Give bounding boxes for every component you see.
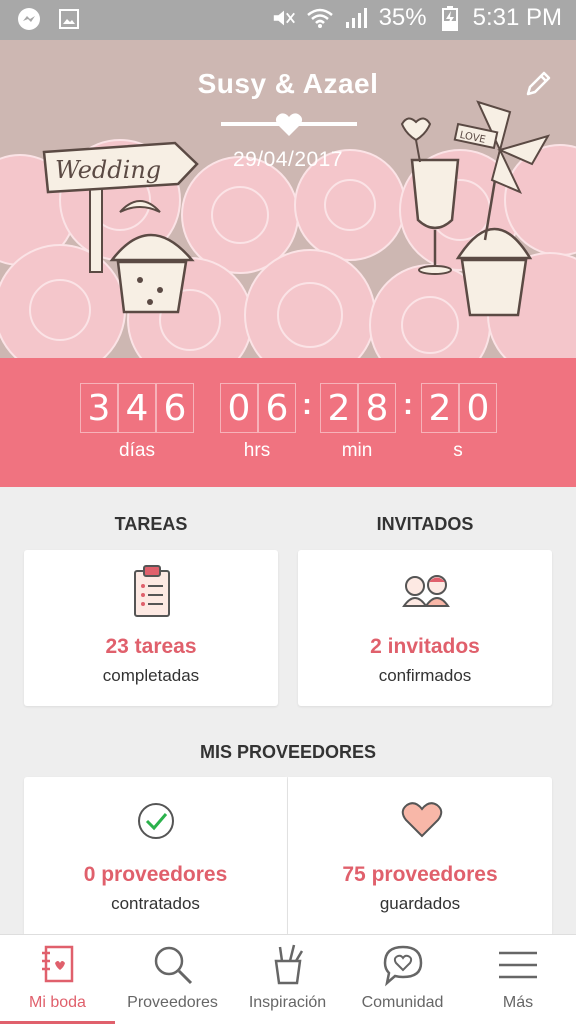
- nav-item-inspiracion[interactable]: Inspiración: [230, 935, 345, 1024]
- countdown-digit: 4: [118, 383, 156, 433]
- proveedores-contratados-label: contratados: [111, 894, 200, 913]
- wedding-date: 29/04/2017: [232, 148, 344, 171]
- countdown-digit: 2: [320, 383, 358, 433]
- inspiration-cup-icon: [274, 944, 303, 985]
- heart-icon: [275, 113, 303, 136]
- messenger-icon: [16, 6, 42, 32]
- wedding-header: Wedding LOVE Susy & Azael 29/04/2017: [0, 40, 576, 358]
- invitados-count: 2 invitados: [370, 635, 480, 658]
- proveedores-contratados-count: 0 proveedores: [83, 863, 228, 886]
- minutes-label: min: [341, 440, 373, 461]
- search-icon: [154, 946, 192, 985]
- nav-item-comunidad[interactable]: Comunidad: [345, 935, 460, 1024]
- couple-names: Susy & Azael: [197, 68, 379, 99]
- guests-couple-icon: [402, 575, 450, 607]
- chat-heart-icon: [383, 945, 422, 987]
- invitados-card[interactable]: 2 invitados confirmados: [298, 550, 552, 706]
- proveedores-contratados-card[interactable]: 0 proveedores contratados: [24, 777, 287, 934]
- nav-item-mas[interactable]: Más: [460, 935, 576, 1024]
- nav-label: Inspiración: [248, 994, 327, 1011]
- status-bar: 35% 5:31 PM: [0, 0, 576, 40]
- tareas-subtitle: completadas: [102, 666, 200, 685]
- hours-label: hrs: [243, 440, 271, 461]
- proveedores-guardados-label: guardados: [379, 894, 461, 913]
- countdown-digit: 0: [459, 383, 497, 433]
- nav-label: Proveedores: [127, 994, 218, 1011]
- tareas-title: TAREAS: [114, 514, 188, 534]
- proveedores-title: MIS PROVEEDORES: [199, 742, 377, 762]
- proveedores-guardados-card[interactable]: 75 proveedores guardados: [288, 777, 552, 934]
- edit-pencil-icon[interactable]: [522, 68, 554, 100]
- nav-label: Mi boda: [29, 994, 86, 1011]
- heart-icon: [401, 802, 443, 838]
- nav-label: Más: [502, 994, 534, 1011]
- wifi-icon: [306, 5, 333, 31]
- cupcake-left-illustration: [109, 233, 195, 314]
- notebook-icon: [41, 945, 73, 983]
- battery-charging-icon: [437, 5, 463, 31]
- clipboard-icon: [134, 565, 170, 617]
- menu-icon: [499, 951, 537, 979]
- nav-item-proveedores[interactable]: Proveedores: [115, 935, 230, 1024]
- countdown-digit: 6: [258, 383, 296, 433]
- countdown-digit: 8: [358, 383, 396, 433]
- nav-label: Comunidad: [361, 994, 444, 1011]
- mute-icon: [271, 5, 297, 31]
- countdown-digit: 3: [80, 383, 118, 433]
- countdown-digit: 2: [421, 383, 459, 433]
- seconds-label: s: [453, 440, 463, 461]
- battery-percent: 35%: [378, 4, 427, 31]
- tareas-card[interactable]: 23 tareas completadas: [24, 550, 278, 706]
- proveedores-guardados-count: 75 proveedores: [342, 863, 498, 886]
- countdown-digit: 0: [220, 383, 258, 433]
- invitados-title: INVITADOS: [376, 514, 474, 534]
- invitados-subtitle: confirmados: [378, 666, 472, 685]
- countdown-colon: :: [302, 388, 312, 421]
- countdown-colon: :: [403, 388, 413, 421]
- gallery-icon: [56, 6, 82, 32]
- signal-icon: [343, 5, 369, 31]
- countdown: 3 4 6 0 6 : 2 8 : 2 0 días hrs min s: [0, 358, 576, 487]
- days-label: días: [119, 440, 155, 461]
- tareas-count: 23 tareas: [105, 635, 197, 658]
- clock: 5:31 PM: [472, 4, 562, 31]
- countdown-digit: 6: [156, 383, 194, 433]
- nav-item-mi-boda[interactable]: Mi boda: [0, 935, 115, 1024]
- check-circle-icon: [138, 803, 174, 839]
- bottom-navigation: Mi boda Proveedores Inspiración Comunida…: [0, 934, 576, 1024]
